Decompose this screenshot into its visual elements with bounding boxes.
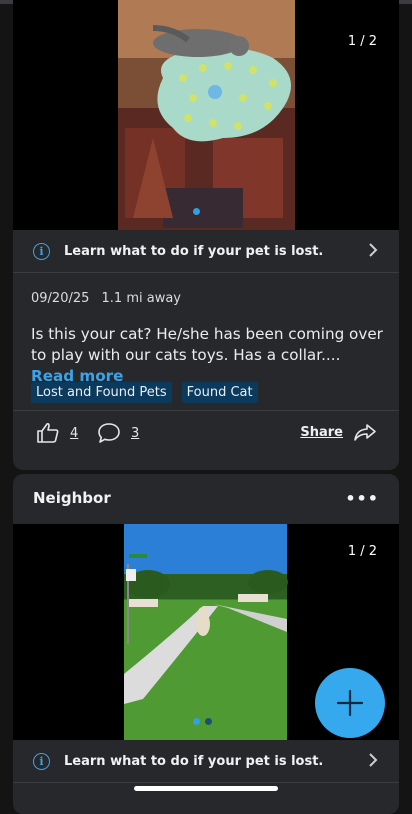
post-body: Is this your cat? He/she has been coming… xyxy=(31,324,387,387)
create-post-fab[interactable] xyxy=(315,668,385,738)
carousel-dots xyxy=(193,718,212,725)
plus-icon xyxy=(336,689,364,717)
author-name[interactable]: Neighbor xyxy=(33,489,111,507)
thumbs-up-icon xyxy=(37,422,59,443)
chevron-right-icon xyxy=(369,753,378,767)
post-actions: 4 3 Share xyxy=(13,422,399,462)
carousel-dot-active xyxy=(193,208,200,215)
carousel-dot xyxy=(205,718,212,725)
home-indicator xyxy=(134,786,278,791)
comment-count: 3 xyxy=(131,425,140,441)
cat-photo xyxy=(118,0,295,230)
share-label: Share xyxy=(300,424,343,440)
info-icon: i xyxy=(33,752,50,770)
like-count: 4 xyxy=(70,425,79,441)
tag-list: Lost and Found Pets Found Cat xyxy=(31,382,258,403)
lost-pet-info-link[interactable]: i Learn what to do if your pet is lost. xyxy=(13,230,399,273)
lost-pet-link-text: Learn what to do if your pet is lost. xyxy=(64,753,324,769)
carousel-dots xyxy=(193,208,200,215)
tag-lost-and-found[interactable]: Lost and Found Pets xyxy=(31,382,172,403)
share-button[interactable]: Share xyxy=(300,422,377,442)
chevron-right-icon xyxy=(369,243,378,257)
post-card: 1 / 2 i Learn what to do if your pet is … xyxy=(13,0,399,470)
post-meta: 09/20/25 1.1 mi away xyxy=(31,291,181,306)
photo-carousel[interactable]: 1 / 2 xyxy=(13,0,399,230)
like-button[interactable]: 4 xyxy=(36,422,78,444)
divider xyxy=(13,410,399,411)
post-text: Is this your cat? He/she has been coming… xyxy=(31,325,383,364)
post-date: 09/20/25 xyxy=(31,291,90,306)
comment-button[interactable]: 3 xyxy=(97,422,139,444)
share-arrow-icon xyxy=(354,424,376,441)
lost-pet-info-link[interactable]: i Learn what to do if your pet is lost. xyxy=(13,740,399,783)
photo-counter: 1 / 2 xyxy=(347,34,377,49)
comment-icon xyxy=(98,423,120,443)
tag-found-cat[interactable]: Found Cat xyxy=(181,382,258,403)
post-header: Neighbor ••• xyxy=(13,474,399,524)
info-icon: i xyxy=(33,242,50,260)
post-card: Neighbor ••• 1 / 2 i Learn what to do if… xyxy=(13,474,399,814)
post-distance: 1.1 mi away xyxy=(101,291,182,306)
lost-pet-link-text: Learn what to do if your pet is lost. xyxy=(64,243,324,259)
carousel-dot-active xyxy=(193,718,200,725)
more-horizontal-icon[interactable]: ••• xyxy=(345,489,379,508)
photo-counter: 1 / 2 xyxy=(347,544,377,559)
